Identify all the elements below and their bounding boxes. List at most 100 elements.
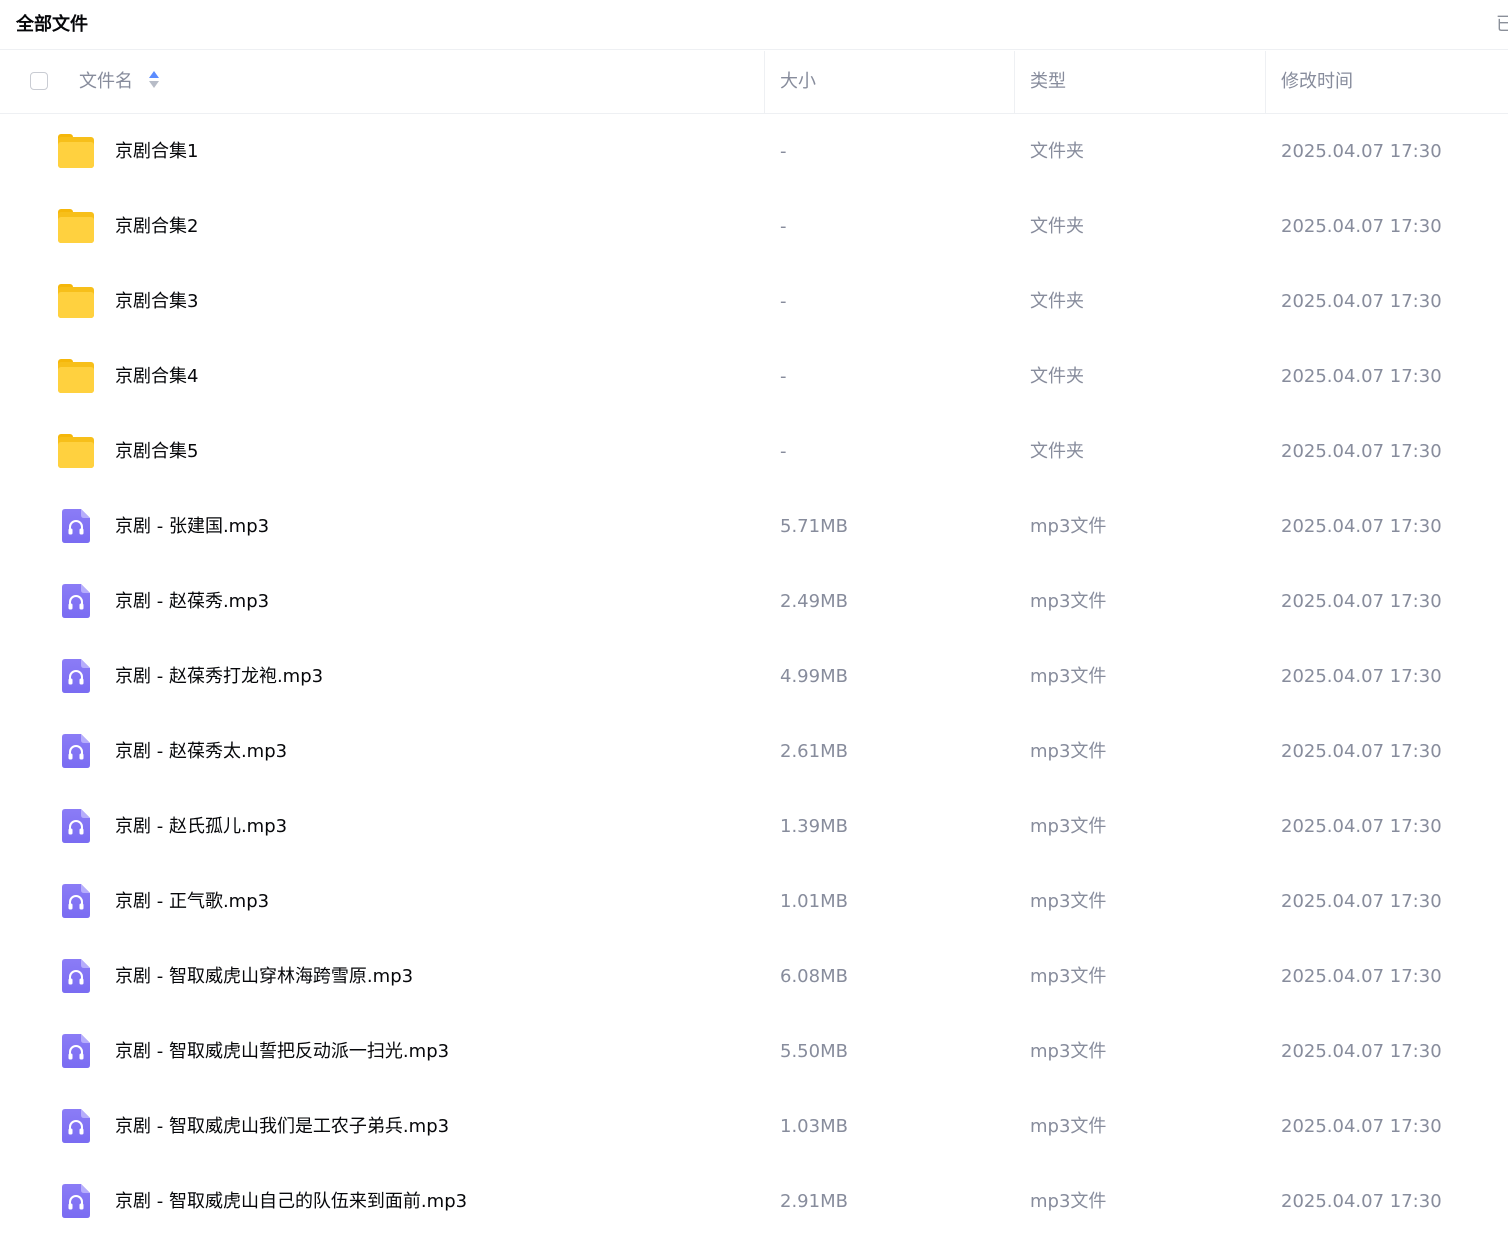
file-row[interactable]: 京剧合集1 - 文件夹 2025.04.07 17:30 xyxy=(0,114,1508,189)
file-row[interactable]: 京剧 - 张建国.mp3 5.71MB mp3文件 2025.04.07 17:30 xyxy=(0,489,1508,564)
column-divider[interactable] xyxy=(1014,51,1015,113)
file-modified: 2025.04.07 17:30 xyxy=(1281,591,1442,612)
file-modified: 2025.04.07 17:30 xyxy=(1281,1191,1442,1212)
file-row[interactable]: 京剧合集5 - 文件夹 2025.04.07 17:30 xyxy=(0,414,1508,489)
file-modified: 2025.04.07 17:30 xyxy=(1281,666,1442,687)
file-name[interactable]: 京剧合集2 xyxy=(115,189,198,264)
column-header-type[interactable]: 类型 xyxy=(1030,51,1066,113)
file-name[interactable]: 京剧 - 赵葆秀.mp3 xyxy=(115,564,269,639)
file-type: mp3文件 xyxy=(1030,816,1107,837)
file-name[interactable]: 京剧 - 智取威虎山穿林海跨雪原.mp3 xyxy=(115,939,413,1014)
audio-file-icon xyxy=(62,659,90,693)
audio-file-icon xyxy=(62,1109,90,1143)
page-title: 全部文件 xyxy=(16,14,88,35)
audio-file-icon xyxy=(62,809,90,843)
file-row[interactable]: 京剧合集4 - 文件夹 2025.04.07 17:30 xyxy=(0,339,1508,414)
column-header-name[interactable]: 文件名 xyxy=(79,51,159,113)
file-type: 文件夹 xyxy=(1030,291,1084,312)
file-row[interactable]: 京剧合集2 - 文件夹 2025.04.07 17:30 xyxy=(0,189,1508,264)
file-name[interactable]: 京剧 - 智取威虎山自己的队伍来到面前.mp3 xyxy=(115,1164,467,1239)
folder-icon xyxy=(58,134,94,168)
file-modified: 2025.04.07 17:30 xyxy=(1281,1116,1442,1137)
column-header-modified[interactable]: 修改时间 xyxy=(1281,51,1353,113)
file-row[interactable]: 京剧 - 智取威虎山穿林海跨雪原.mp3 6.08MB mp3文件 2025.04.0… xyxy=(0,939,1508,1014)
file-name[interactable]: 京剧 - 智取威虎山誓把反动派一扫光.mp3 xyxy=(115,1014,449,1089)
file-name[interactable]: 京剧 - 智取威虎山我们是工农子弟兵.mp3 xyxy=(115,1089,449,1164)
file-modified: 2025.04.07 17:30 xyxy=(1281,291,1442,312)
file-size: - xyxy=(780,441,787,462)
file-size: - xyxy=(780,216,787,237)
file-row[interactable]: 京剧 - 智取威虎山自己的队伍来到面前.mp3 2.91MB mp3文件 2025.0… xyxy=(0,1164,1508,1239)
file-size: 2.91MB xyxy=(780,1191,848,1212)
file-size: 2.49MB xyxy=(780,591,848,612)
audio-file-icon xyxy=(62,584,90,618)
file-name[interactable]: 京剧合集3 xyxy=(115,264,198,339)
table-header: 文件名 大小 类型 修改时间 xyxy=(0,51,1508,114)
folder-icon xyxy=(58,284,94,318)
file-type: 文件夹 xyxy=(1030,366,1084,387)
file-type: 文件夹 xyxy=(1030,141,1084,162)
file-size: - xyxy=(780,141,787,162)
file-size: - xyxy=(780,291,787,312)
file-name[interactable]: 京剧合集4 xyxy=(115,339,198,414)
folder-icon xyxy=(58,359,94,393)
file-modified: 2025.04.07 17:30 xyxy=(1281,216,1442,237)
file-type: 文件夹 xyxy=(1030,216,1084,237)
file-row[interactable]: 京剧合集3 - 文件夹 2025.04.07 17:30 xyxy=(0,264,1508,339)
sort-icon[interactable] xyxy=(149,71,159,89)
file-row[interactable]: 京剧 - 正气歌.mp3 1.01MB mp3文件 2025.04.07 17:30 xyxy=(0,864,1508,939)
file-modified: 2025.04.07 17:30 xyxy=(1281,141,1442,162)
file-row[interactable]: 京剧 - 赵葆秀太.mp3 2.61MB mp3文件 2025.04.07 17:30 xyxy=(0,714,1508,789)
file-name[interactable]: 京剧 - 赵葆秀打龙袍.mp3 xyxy=(115,639,323,714)
file-type: mp3文件 xyxy=(1030,891,1107,912)
file-list: 京剧合集1 - 文件夹 2025.04.07 17:30 京剧合集2 - 文件夹 2025.0… xyxy=(0,114,1508,1239)
top-right-hint: 已 xyxy=(1496,14,1508,35)
file-name[interactable]: 京剧合集5 xyxy=(115,414,198,489)
folder-icon xyxy=(58,209,94,243)
file-type: mp3文件 xyxy=(1030,516,1107,537)
file-size: - xyxy=(780,366,787,387)
file-type: mp3文件 xyxy=(1030,1191,1107,1212)
audio-file-icon xyxy=(62,734,90,768)
select-all-checkbox[interactable] xyxy=(30,72,48,90)
file-row[interactable]: 京剧 - 智取威虎山誓把反动派一扫光.mp3 5.50MB mp3文件 2025.04… xyxy=(0,1014,1508,1089)
file-modified: 2025.04.07 17:30 xyxy=(1281,441,1442,462)
folder-icon xyxy=(58,434,94,468)
file-size: 1.01MB xyxy=(780,891,848,912)
audio-file-icon xyxy=(62,959,90,993)
file-modified: 2025.04.07 17:30 xyxy=(1281,816,1442,837)
audio-file-icon xyxy=(62,1184,90,1218)
file-name[interactable]: 京剧 - 赵氏孤儿.mp3 xyxy=(115,789,287,864)
file-modified: 2025.04.07 17:30 xyxy=(1281,891,1442,912)
file-row[interactable]: 京剧 - 智取威虎山我们是工农子弟兵.mp3 1.03MB mp3文件 2025.04… xyxy=(0,1089,1508,1164)
column-header-size[interactable]: 大小 xyxy=(780,51,816,113)
file-size: 1.03MB xyxy=(780,1116,848,1137)
file-modified: 2025.04.07 17:30 xyxy=(1281,741,1442,762)
file-name[interactable]: 京剧合集1 xyxy=(115,114,198,189)
column-divider[interactable] xyxy=(1265,51,1266,113)
file-type: mp3文件 xyxy=(1030,1041,1107,1062)
audio-file-icon xyxy=(62,1034,90,1068)
file-size: 5.50MB xyxy=(780,1041,848,1062)
file-name[interactable]: 京剧 - 赵葆秀太.mp3 xyxy=(115,714,287,789)
file-row[interactable]: 京剧 - 赵葆秀打龙袍.mp3 4.99MB mp3文件 2025.04.07 17:… xyxy=(0,639,1508,714)
file-row[interactable]: 京剧 - 赵氏孤儿.mp3 1.39MB mp3文件 2025.04.07 17:30 xyxy=(0,789,1508,864)
file-modified: 2025.04.07 17:30 xyxy=(1281,516,1442,537)
audio-file-icon xyxy=(62,509,90,543)
file-size: 2.61MB xyxy=(780,741,848,762)
column-header-name-label: 文件名 xyxy=(79,71,133,92)
file-type: mp3文件 xyxy=(1030,666,1107,687)
file-type: mp3文件 xyxy=(1030,1116,1107,1137)
column-divider[interactable] xyxy=(764,51,765,113)
file-size: 6.08MB xyxy=(780,966,848,987)
file-modified: 2025.04.07 17:30 xyxy=(1281,966,1442,987)
file-name[interactable]: 京剧 - 正气歌.mp3 xyxy=(115,864,269,939)
file-type: mp3文件 xyxy=(1030,966,1107,987)
audio-file-icon xyxy=(62,884,90,918)
file-name[interactable]: 京剧 - 张建国.mp3 xyxy=(115,489,269,564)
file-size: 1.39MB xyxy=(780,816,848,837)
file-row[interactable]: 京剧 - 赵葆秀.mp3 2.49MB mp3文件 2025.04.07 17:30 xyxy=(0,564,1508,639)
file-type: mp3文件 xyxy=(1030,741,1107,762)
file-type: 文件夹 xyxy=(1030,441,1084,462)
top-bar: 全部文件 已 xyxy=(0,0,1508,50)
